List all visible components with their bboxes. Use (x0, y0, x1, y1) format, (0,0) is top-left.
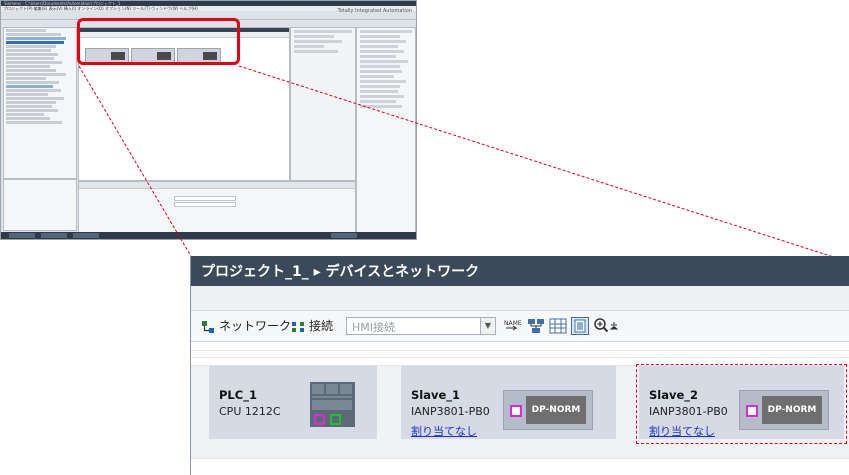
network-view-label: ネットワーク (219, 319, 292, 333)
unassigned-link[interactable]: 割り当てなし (411, 423, 477, 439)
separator-lines (191, 344, 849, 364)
selection-frame (636, 364, 847, 444)
device-type: CPU 1212C (219, 405, 281, 418)
editor-toolbar: ネットワーク 接続 HMI接続 ▼ NAME (191, 311, 849, 342)
editor-title-bar: プロジェクト_1_ ▸ デバイスとネットワーク (191, 256, 849, 286)
connections-label: 接続 (309, 319, 334, 333)
device-name: Slave_1 (411, 388, 461, 402)
chevron-down-icon[interactable]: ▼ (480, 318, 495, 334)
network-overview-panel (290, 27, 356, 181)
dp-module: DP-NORM (503, 390, 593, 430)
svg-text:NAME: NAME (504, 320, 521, 327)
device-type: IANP3801-PB0 (411, 405, 490, 418)
device-slave-1[interactable]: Slave_1 IANP3801-PB0 割り当てなし DP-NORM (401, 366, 616, 439)
connection-icon (292, 321, 304, 332)
zoom-options-icon[interactable] (609, 317, 619, 335)
brand-label: Totally Integrated Automation (337, 8, 412, 14)
profibus-port-icon[interactable] (510, 405, 522, 417)
profibus-port-icon[interactable] (314, 414, 325, 425)
connections-button[interactable]: 接続 (291, 317, 333, 335)
page-view-icon[interactable] (571, 317, 589, 335)
connection-type-select[interactable]: HMI接続 ▼ (346, 317, 496, 335)
cpu-module (310, 382, 355, 427)
network-view-button[interactable]: ネットワーク (201, 317, 291, 335)
device-plc-1[interactable]: PLC_1 CPU 1212C (209, 366, 377, 439)
hardware-catalog-panel (356, 27, 416, 234)
network-icon (202, 320, 214, 333)
view-tab-band (191, 286, 849, 311)
portal-status-bar (1, 232, 416, 239)
details-view-panel (3, 179, 77, 231)
inspector-panel (78, 181, 356, 235)
device-network-editor: プロジェクト_1_ ▸ デバイスとネットワーク ネットワーク 接続 HMI接続 … (190, 256, 849, 475)
highlight-box (77, 18, 240, 65)
network-layout-icon[interactable] (527, 317, 545, 335)
breadcrumb: プロジェクト_1_ ▸ デバイスとネットワーク (201, 264, 480, 280)
grid-table-icon[interactable] (549, 317, 567, 335)
device-name: PLC_1 (219, 388, 257, 402)
dp-module-label: DP-NORM (526, 396, 586, 424)
project-tree-panel (3, 27, 77, 179)
profinet-port-icon[interactable] (330, 414, 341, 425)
address-display-icon[interactable]: NAME (503, 317, 521, 335)
connection-type-value: HMI接続 (352, 321, 396, 334)
